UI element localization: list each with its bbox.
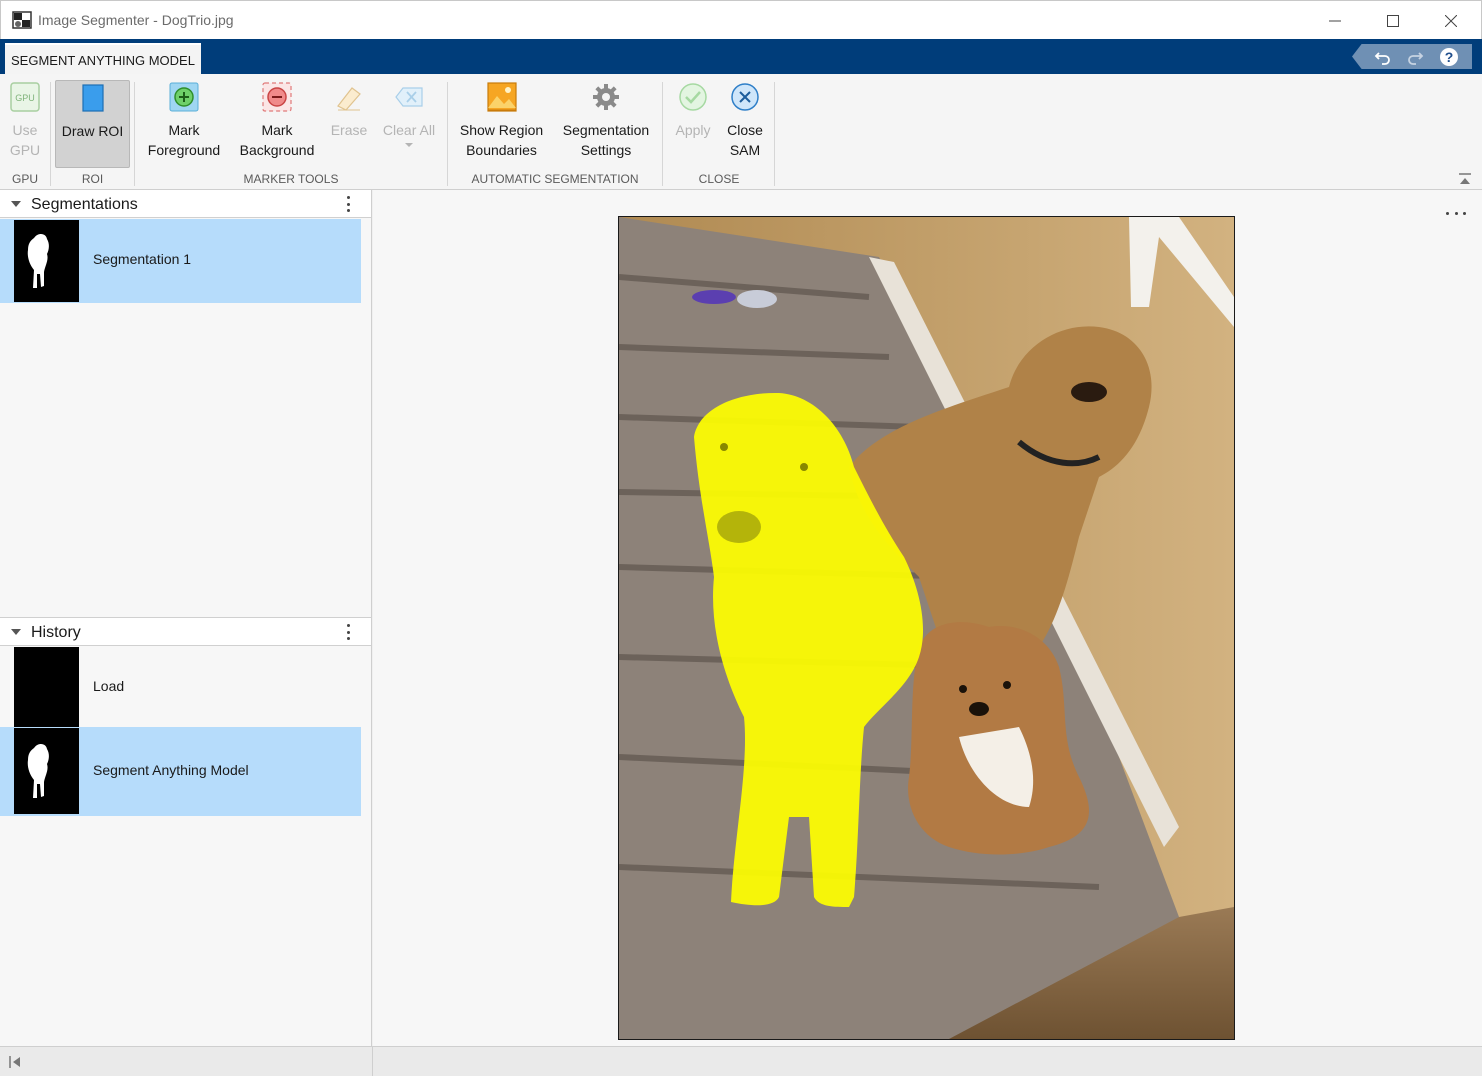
apply-label: Apply — [675, 122, 711, 138]
mark-background-icon — [260, 80, 294, 114]
dog-photo — [619, 217, 1234, 1039]
tab-segment-anything-model[interactable]: SEGMENT ANYTHING MODEL — [5, 43, 201, 74]
history-item[interactable]: Segment Anything Model — [0, 727, 361, 816]
chevron-down-icon — [405, 143, 413, 147]
mark-background-button[interactable]: Mark Background — [234, 80, 320, 160]
section-automatic-segmentation: AUTOMATIC SEGMENTATION — [471, 172, 639, 186]
maximize-button[interactable] — [1364, 1, 1422, 40]
collapse-icon — [1459, 173, 1471, 184]
help-icon: ? — [1440, 48, 1458, 66]
close-circle-icon — [728, 80, 762, 114]
left-panel: Segmentations Segmentation 1 History Loa… — [0, 190, 372, 1046]
minimize-icon — [1329, 20, 1341, 21]
draw-roi-label: Draw ROI — [61, 123, 124, 139]
svg-text:?: ? — [1445, 49, 1454, 65]
apply-button[interactable]: Apply — [670, 80, 716, 140]
status-bar — [0, 1046, 1482, 1076]
app-icon — [12, 11, 32, 29]
more-options-icon[interactable] — [1446, 212, 1466, 216]
status-divider — [372, 1047, 373, 1076]
close-sam-button[interactable]: Close SAM — [722, 80, 768, 160]
separator — [50, 82, 51, 186]
undo-button[interactable] — [1372, 47, 1394, 67]
history-thumbnail — [14, 647, 79, 727]
mark-foreground-label-1: Mark — [168, 122, 200, 138]
collapse-left-panel-button[interactable] — [8, 1055, 22, 1069]
clear-all-icon — [392, 80, 426, 114]
segmentation-thumbnail — [14, 220, 79, 302]
quick-access-bar: ? — [1352, 44, 1472, 69]
minimize-button[interactable] — [1306, 1, 1364, 40]
checkmark-icon — [676, 80, 710, 114]
separator — [134, 82, 135, 186]
separator — [662, 82, 663, 186]
segmentations-title: Segmentations — [31, 196, 138, 213]
history-label: Segment Anything Model — [93, 762, 249, 778]
erase-label: Erase — [330, 122, 368, 138]
collapse-panel-icon — [9, 1056, 20, 1068]
close-icon — [1445, 14, 1457, 27]
use-gpu-label-2: GPU — [9, 142, 41, 158]
close-window-button[interactable] — [1422, 1, 1480, 40]
segmentation-label: Segmentation 1 — [93, 251, 192, 267]
gpu-icon: GPU — [8, 80, 42, 114]
clear-all-button[interactable]: Clear All — [378, 80, 440, 148]
section-gpu: GPU — [11, 172, 38, 186]
history-item[interactable]: Load — [0, 647, 361, 727]
svg-text:GPU: GPU — [15, 93, 35, 103]
history-header[interactable]: History — [0, 618, 371, 646]
collapse-caret-icon[interactable] — [11, 201, 21, 207]
segmentation-settings-button[interactable]: Segmentation Settings — [556, 80, 656, 160]
mark-background-label-2: Background — [239, 142, 315, 158]
help-button[interactable]: ? — [1438, 47, 1460, 67]
draw-roi-button[interactable]: Draw ROI — [55, 80, 130, 168]
segmentations-header[interactable]: Segmentations — [0, 190, 371, 218]
history-title: History — [31, 624, 81, 641]
erase-button[interactable]: Erase — [327, 80, 371, 140]
segmentation-settings-label-2: Settings — [580, 142, 632, 158]
use-gpu-label-1: Use — [12, 122, 38, 138]
mark-foreground-icon — [167, 80, 201, 114]
title-bar: Image Segmenter - DogTrio.jpg — [0, 0, 1482, 39]
section-close: CLOSE — [698, 172, 740, 186]
section-marker-tools: MARKER TOOLS — [243, 172, 339, 186]
redo-button[interactable] — [1404, 47, 1426, 67]
mark-background-label-1: Mark — [261, 122, 293, 138]
toolstrip: GPU Use GPU GPU Draw ROI ROI Mark Foregr… — [0, 74, 1482, 190]
history-label: Load — [93, 678, 125, 694]
use-gpu-button[interactable]: GPU Use GPU — [5, 80, 45, 160]
draw-roi-icon — [76, 81, 110, 115]
collapse-caret-icon[interactable] — [11, 629, 21, 635]
window-title: Image Segmenter - DogTrio.jpg — [38, 12, 234, 28]
segmentation-settings-label-1: Segmentation — [562, 122, 650, 138]
show-region-boundaries-label-1: Show Region — [459, 122, 544, 138]
image-display-area — [373, 190, 1482, 1046]
tab-strip: SEGMENT ANYTHING MODEL ? — [0, 39, 1482, 74]
show-region-boundaries-label-2: Boundaries — [466, 142, 537, 158]
kebab-menu-icon[interactable] — [343, 196, 353, 212]
close-sam-label-1: Close — [727, 122, 763, 138]
separator — [774, 82, 775, 186]
redo-icon — [1408, 52, 1424, 65]
close-sam-label-2: SAM — [729, 142, 761, 158]
show-region-boundaries-button[interactable]: Show Region Boundaries — [455, 80, 548, 160]
history-thumbnail — [14, 728, 79, 814]
separator — [447, 82, 448, 186]
image-canvas[interactable] — [618, 216, 1235, 1040]
section-roi: ROI — [81, 172, 104, 186]
gear-icon — [589, 80, 623, 114]
undo-icon — [1374, 52, 1390, 65]
image-icon — [485, 80, 519, 114]
segmentation-list-item[interactable]: Segmentation 1 — [0, 219, 361, 303]
kebab-menu-icon[interactable] — [343, 624, 353, 640]
eraser-icon — [332, 80, 366, 114]
clear-all-label: Clear All — [382, 122, 436, 138]
maximize-icon — [1387, 14, 1399, 27]
mark-foreground-label-2: Foreground — [147, 142, 221, 158]
mark-foreground-button[interactable]: Mark Foreground — [141, 80, 227, 160]
collapse-toolstrip-button[interactable] — [1458, 172, 1472, 186]
